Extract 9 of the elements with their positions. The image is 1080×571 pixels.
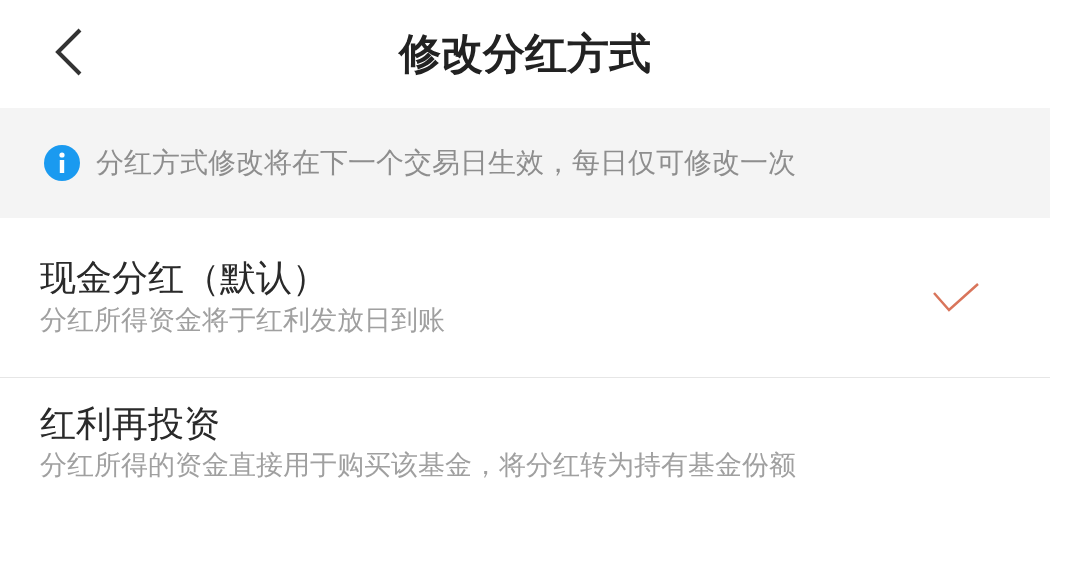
option-row[interactable]: 红利再投资 分红所得的资金直接用于购买该基金，将分红转为持有基金份额 bbox=[0, 378, 1050, 485]
info-icon bbox=[44, 145, 80, 181]
option-title: 红利再投资 bbox=[40, 402, 221, 446]
option-description: 分红所得的资金直接用于购买该基金，将分红转为持有基金份额 bbox=[40, 448, 797, 483]
option-description: 分红所得资金将于红利发放日到账 bbox=[40, 302, 446, 337]
option-title: 现金分红（默认） bbox=[40, 256, 329, 300]
page-title: 修改分红方式 bbox=[399, 33, 651, 75]
option-row[interactable]: 现金分红（默认） 分红所得资金将于红利发放日到账 bbox=[0, 218, 1050, 378]
notice-text: 分红方式修改将在下一个交易日生效，每日仅可修改一次 bbox=[96, 145, 796, 181]
